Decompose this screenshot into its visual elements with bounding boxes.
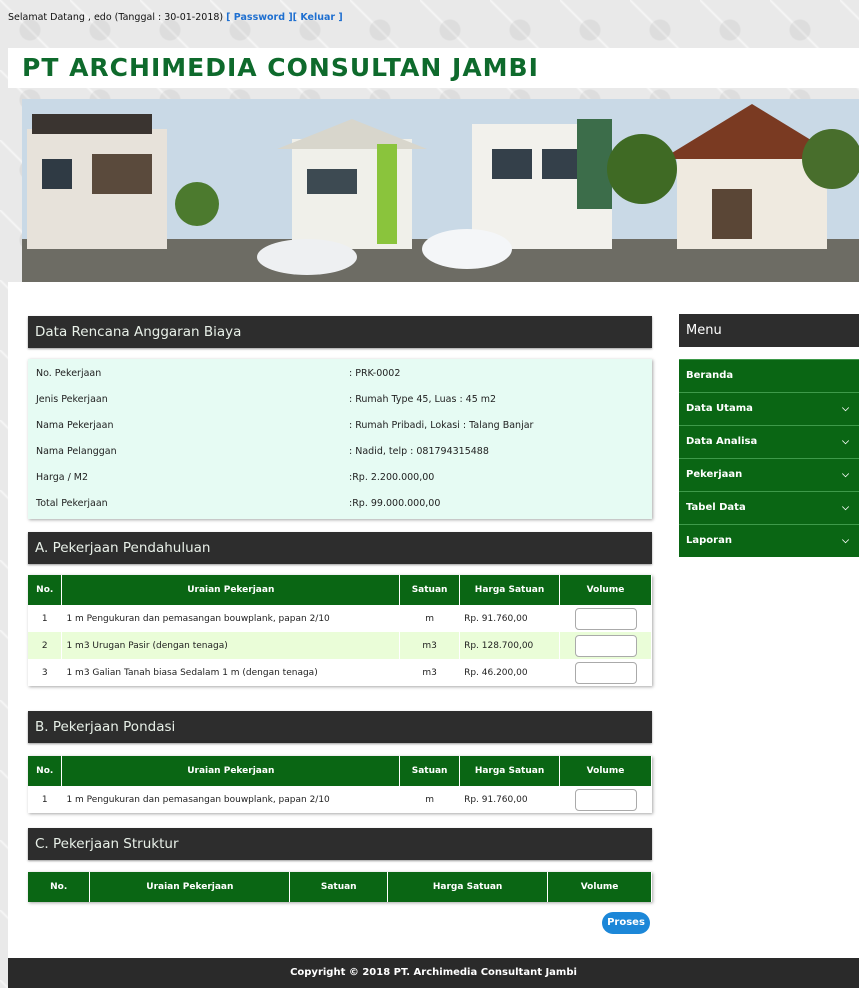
info-row: Nama Pelanggan : Nadid, telp : 0817943154… bbox=[36, 446, 489, 457]
col-header-satuan: Satuan bbox=[399, 756, 461, 786]
cell-uraian: 1 m Pengukuran dan pemasangan bouwplank,… bbox=[61, 786, 401, 813]
section-title-pendahuluan: A. Pekerjaan Pendahuluan bbox=[28, 532, 652, 564]
cell-harga: Rp. 46.200,00 bbox=[459, 659, 560, 686]
volume-input[interactable] bbox=[574, 607, 637, 630]
top-bar: Selamat Datang , edo (Tanggal : 30-01-20… bbox=[8, 12, 343, 23]
menu-item-pekerjaan[interactable]: Pekerjaan ⌵ bbox=[679, 458, 859, 491]
job-info-panel: No. Pekerjaan : PRK-0002 Jenis Pekerjaan:… bbox=[28, 359, 652, 519]
col-header-satuan: Satuan bbox=[289, 872, 389, 902]
info-row: Total Pekerjaan :Rp. 99.000.000,00 bbox=[36, 498, 440, 509]
info-row: Jenis Pekerjaan : Rumah Type 45, Luas : 4… bbox=[36, 394, 496, 405]
chevron-down-icon: ⌵ bbox=[842, 503, 849, 513]
menu-item-label: Laporan bbox=[686, 535, 732, 546]
chevron-down-icon: ⌵ bbox=[842, 437, 849, 447]
cell-satuan: m bbox=[399, 786, 461, 813]
table-row: 2 1 m3 Urugan Pasir (dengan tenaga) m3 R… bbox=[28, 632, 652, 659]
col-header-uraian: Uraian Pekerjaan bbox=[61, 575, 401, 605]
info-value: :Rp. 2.200.000,00 bbox=[349, 472, 435, 483]
col-header-satuan: Satuan bbox=[399, 575, 461, 605]
col-header-harga: Harga Satuan bbox=[387, 872, 549, 902]
chevron-down-icon: ⌵ bbox=[842, 470, 849, 480]
table-row: 3 1 m3 Galian Tanah biasa Sedalam 1 m (d… bbox=[28, 659, 652, 686]
cell-harga: Rp. 128.700,00 bbox=[459, 632, 560, 659]
info-value: : PRK-0002 bbox=[349, 368, 401, 379]
cell-no: 2 bbox=[28, 632, 63, 659]
volume-input[interactable] bbox=[574, 661, 637, 684]
menu-item-data-utama[interactable]: Data Utama ⌵ bbox=[679, 392, 859, 425]
info-label: Nama Pelanggan bbox=[36, 446, 117, 457]
menu-item-data-analisa[interactable]: Data Analisa ⌵ bbox=[679, 425, 859, 458]
table-pondasi: No. Uraian Pekerjaan Satuan Harga Satuan… bbox=[28, 756, 652, 813]
volume-input[interactable] bbox=[574, 634, 637, 657]
password-link[interactable]: [ Password ] bbox=[226, 12, 293, 23]
table-struktur: No. Uraian Pekerjaan Satuan Harga Satuan… bbox=[28, 872, 652, 902]
cell-no: 1 bbox=[28, 605, 63, 632]
info-row: No. Pekerjaan : PRK-0002 bbox=[36, 368, 400, 379]
greeting-text: Selamat Datang , edo (Tanggal : 30-01-20… bbox=[8, 12, 224, 23]
header-banner-image bbox=[22, 99, 859, 282]
info-label: Total Pekerjaan bbox=[36, 498, 108, 509]
table-row: 1 1 m Pengukuran dan pemasangan bouwplan… bbox=[28, 605, 652, 632]
brand-bar: PT ARCHIMEDIA CONSULTAN JAMBI bbox=[8, 48, 859, 88]
cell-harga: Rp. 91.760,00 bbox=[459, 605, 560, 632]
col-header-no: No. bbox=[28, 575, 63, 605]
menu-item-tabel-data[interactable]: Tabel Data ⌵ bbox=[679, 491, 859, 524]
cell-uraian: 1 m3 Galian Tanah biasa Sedalam 1 m (den… bbox=[61, 659, 401, 686]
col-header-uraian: Uraian Pekerjaan bbox=[89, 872, 291, 902]
menu-item-laporan[interactable]: Laporan ⌵ bbox=[679, 524, 859, 557]
col-header-harga: Harga Satuan bbox=[459, 575, 560, 605]
info-value: : Nadid, telp : 081794315488 bbox=[349, 446, 489, 457]
cell-no: 3 bbox=[28, 659, 63, 686]
cell-satuan: m bbox=[399, 605, 461, 632]
section-title-pondasi: B. Pekerjaan Pondasi bbox=[28, 711, 652, 743]
info-value: :Rp. 99.000.000,00 bbox=[349, 498, 441, 509]
menu-item-label: Beranda bbox=[686, 370, 734, 381]
sidebar-menu: Menu Beranda Data Utama ⌵ Data Analisa ⌵ P… bbox=[679, 314, 859, 557]
info-row: Harga / M2 :Rp. 2.200.000,00 bbox=[36, 472, 434, 483]
col-header-no: No. bbox=[28, 756, 63, 786]
cell-no: 1 bbox=[28, 786, 63, 813]
menu-item-label: Tabel Data bbox=[686, 502, 746, 513]
col-header-volume: Volume bbox=[547, 872, 652, 902]
col-header-uraian: Uraian Pekerjaan bbox=[61, 756, 401, 786]
table-row: 1 1 m Pengukuran dan pemasangan bouwplan… bbox=[28, 786, 652, 813]
col-header-volume: Volume bbox=[559, 575, 652, 605]
col-header-no: No. bbox=[28, 872, 91, 902]
houses-illustration bbox=[22, 99, 859, 282]
logout-link[interactable]: [ Keluar ] bbox=[293, 12, 343, 23]
site-title: PT ARCHIMEDIA CONSULTAN JAMBI bbox=[22, 53, 539, 82]
cell-harga: Rp. 91.760,00 bbox=[459, 786, 560, 813]
info-label: No. Pekerjaan bbox=[36, 368, 102, 379]
info-label: Jenis Pekerjaan bbox=[36, 394, 108, 405]
menu-item-label: Data Utama bbox=[686, 403, 753, 414]
info-label: Harga / M2 bbox=[36, 472, 89, 483]
cell-uraian: 1 m3 Urugan Pasir (dengan tenaga) bbox=[61, 632, 401, 659]
info-value: : Rumah Pribadi, Lokasi : Talang Banjar bbox=[349, 420, 534, 431]
menu-title: Menu bbox=[679, 314, 859, 347]
cell-uraian: 1 m Pengukuran dan pemasangan bouwplank,… bbox=[61, 605, 401, 632]
page-title: Data Rencana Anggaran Biaya bbox=[28, 316, 652, 348]
footer: Copyright © 2018 PT. Archimedia Consulta… bbox=[8, 958, 859, 988]
cell-satuan: m3 bbox=[399, 659, 461, 686]
info-row: Nama Pekerjaan : Rumah Pribadi, Lokasi : … bbox=[36, 420, 533, 431]
volume-input[interactable] bbox=[574, 788, 637, 811]
proses-button[interactable]: Proses bbox=[602, 912, 650, 934]
info-label: Nama Pekerjaan bbox=[36, 420, 114, 431]
cell-satuan: m3 bbox=[399, 632, 461, 659]
menu-item-label: Pekerjaan bbox=[686, 469, 743, 480]
col-header-volume: Volume bbox=[559, 756, 652, 786]
menu-item-beranda[interactable]: Beranda bbox=[679, 359, 859, 392]
table-pendahuluan: No. Uraian Pekerjaan Satuan Harga Satuan… bbox=[28, 575, 652, 686]
section-title-struktur: C. Pekerjaan Struktur bbox=[28, 828, 652, 860]
chevron-down-icon: ⌵ bbox=[842, 404, 849, 414]
col-header-harga: Harga Satuan bbox=[459, 756, 560, 786]
menu-item-label: Data Analisa bbox=[686, 436, 758, 447]
info-value: : Rumah Type 45, Luas : 45 m2 bbox=[349, 394, 497, 405]
chevron-down-icon: ⌵ bbox=[842, 536, 849, 546]
